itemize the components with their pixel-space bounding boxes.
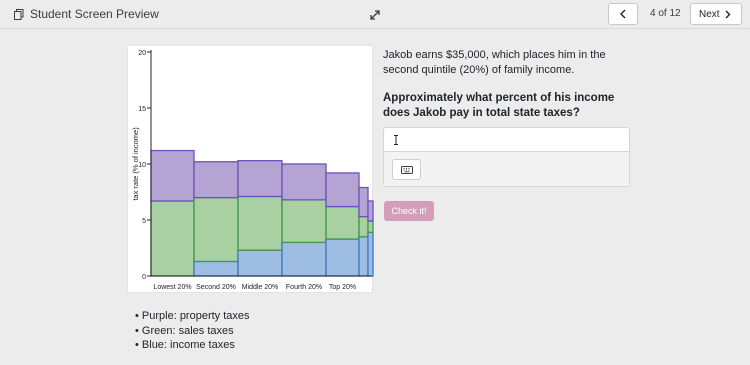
sales-tax-segment: [358, 215, 369, 238]
sales-tax-segment: [281, 199, 327, 244]
property-tax-segment: [367, 200, 374, 222]
keyboard-button[interactable]: [392, 159, 421, 180]
check-answer-button[interactable]: Check it!: [384, 201, 434, 221]
question-intro: Jakob earns $35,000, which places him in…: [383, 49, 606, 76]
legend-item-blue: • Blue: income taxes: [135, 339, 235, 351]
x-tick-label: Lowest 20%: [153, 284, 191, 291]
question-prompt: Approximately what percent of his income…: [383, 92, 615, 119]
tax-chart: 0 5 10 15 20 tax rate (% of income) Lowest 20%…: [127, 45, 374, 293]
property-tax-segment: [237, 159, 283, 198]
property-tax-segment: [358, 186, 369, 218]
legend-item-purple: • Purple: property taxes: [135, 310, 250, 322]
y-axis-label: tax rate (% of income): [131, 127, 140, 201]
chevron-right-icon: [725, 10, 731, 19]
previous-button[interactable]: [608, 3, 638, 25]
x-tick-label: Middle 20%: [242, 284, 279, 291]
income-tax-segment: [358, 236, 369, 277]
sales-tax-segment: [193, 196, 239, 263]
answer-area: [383, 127, 630, 187]
sales-tax-segment: [367, 220, 374, 233]
sales-tax-segment: [325, 205, 360, 240]
income-tax-segment: [193, 260, 239, 277]
y-tick-label: 0: [142, 274, 146, 281]
income-tax-segment: [325, 238, 360, 277]
y-tick-label: 20: [138, 50, 146, 57]
answer-input[interactable]: [384, 128, 629, 152]
color-legend-list: • Purple: property taxes • Green: sales …: [135, 309, 250, 353]
top-bar: Student Screen Preview 4 of 12 Next: [0, 0, 750, 29]
page-indicator: 4 of 12: [650, 8, 681, 19]
y-tick-label: 5: [142, 218, 146, 225]
property-tax-segment: [281, 163, 327, 201]
property-tax-segment: [150, 149, 195, 202]
property-tax-segment: [193, 161, 239, 199]
y-tick-label: 15: [138, 106, 146, 113]
x-tick-label: Second 20%: [196, 284, 236, 291]
income-tax-segment: [367, 231, 374, 277]
window-title: Student Screen Preview: [30, 7, 159, 21]
income-tax-segment: [237, 249, 283, 277]
property-tax-segment: [325, 172, 360, 208]
sales-tax-segment: [237, 195, 283, 251]
expand-icon[interactable]: [369, 9, 381, 21]
x-tick-label: Top 20%: [329, 284, 356, 291]
next-button-label: Next: [699, 9, 720, 20]
income-tax-segment: [281, 241, 327, 277]
chevron-left-icon: [620, 9, 626, 19]
copy-icon: [14, 9, 24, 20]
x-tick-label: Fourth 20%: [286, 284, 322, 291]
sales-tax-segment: [150, 200, 195, 277]
legend-item-green: • Green: sales taxes: [135, 324, 234, 337]
tax-chart-svg: 05101520tax rate (% of income)Lowest 20%…: [131, 50, 374, 291]
keyboard-icon: [401, 166, 413, 174]
next-button[interactable]: Next: [690, 3, 742, 25]
